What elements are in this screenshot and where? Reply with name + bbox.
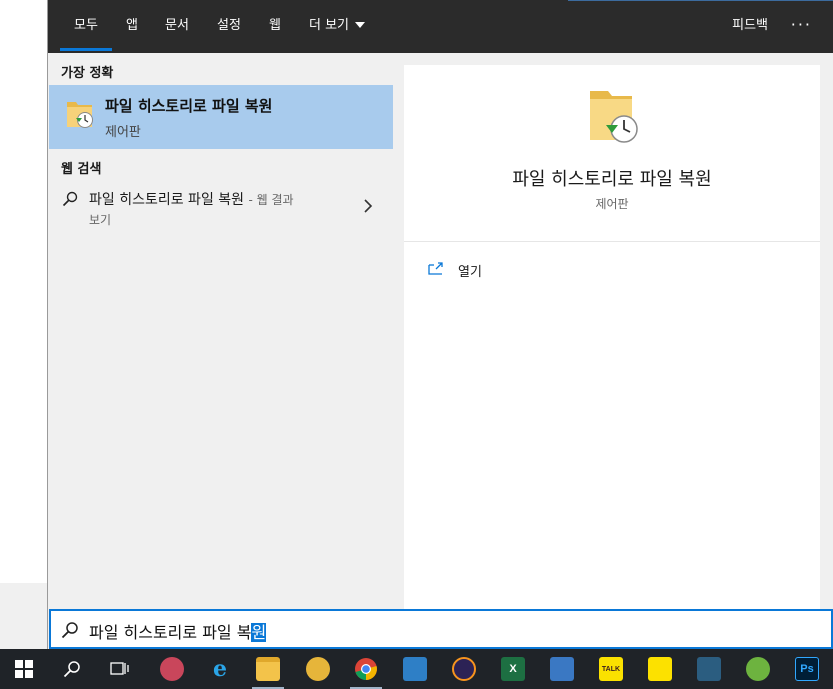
kakaotalk-icon: TALK [599,657,623,681]
paint-app-icon [160,657,184,681]
preview-pane: 파일 히스토리로 파일 복원 제어판 열기 [404,65,820,609]
search-query-selected: 원 [251,623,267,642]
chrome-icon [355,658,377,680]
desktop-background-lower [0,583,48,649]
web-result-query: 파일 히스토리로 파일 복원 [89,192,245,208]
taskbar-search-button[interactable] [48,649,96,689]
taskbar-hwp[interactable] [391,649,439,689]
taskbar-file-explorer[interactable] [244,649,292,689]
best-match-result[interactable]: 파일 히스토리로 파일 복원 제어판 [49,85,393,149]
taskbar-everything[interactable] [294,649,342,689]
taskbar-chrome[interactable] [342,649,390,689]
folder-history-icon [590,91,638,143]
tab-settings[interactable]: 설정 [217,0,241,53]
tab-apps[interactable]: 앱 [126,0,138,53]
web-search-result[interactable]: 파일 히스토리로 파일 복원 - 웹 결과 보기 [49,183,393,235]
taskbar-sticky-notes[interactable] [636,649,684,689]
search-icon [63,661,80,678]
everything-search-icon [306,657,330,681]
search-icon [61,622,78,639]
best-match-heading: 가장 정확 [61,66,114,81]
remote-desktop-icon [550,657,574,681]
photoshop-icon: Ps [795,657,819,681]
search-panel: 모두 앱 문서 설정 웹 더 보기 피드백 ··· 가장 정확 파일 히스토리로… [47,0,833,649]
tab-web[interactable]: 웹 [269,0,281,53]
chevron-down-icon [355,21,366,28]
desktop-background [0,0,48,583]
best-match-title: 파일 히스토리로 파일 복원 [105,97,273,115]
tab-more-label: 더 보기 [309,18,350,33]
web-result-suffix-line2: 보기 [89,213,112,227]
taskbar-kakaotalk[interactable]: TALK [587,649,635,689]
taskbar-paint[interactable] [148,649,196,689]
task-view-button[interactable] [96,649,144,689]
open-icon [428,262,443,275]
search-icon [62,191,78,207]
web-search-heading: 웹 검색 [61,162,102,177]
taskbar-mysql-workbench[interactable] [685,649,733,689]
excel-icon: X [501,657,525,681]
taskbar-remote-desktop[interactable] [538,649,586,689]
search-input[interactable]: 파일 히스토리로 파일 복원 [49,609,833,649]
taskbar: e X TALK Ps [0,649,833,689]
task-view-icon [110,662,129,675]
start-icon [15,660,33,678]
spring-tool-icon [746,657,770,681]
search-query-unselected: 파일 히스토리로 파일 복 [89,623,252,642]
open-action-label: 열기 [458,265,482,280]
sticky-notes-icon [648,657,672,681]
search-query-text[interactable]: 파일 히스토리로 파일 복원 [89,619,267,643]
hwp-icon [403,657,427,681]
preview-title: 파일 히스토리로 파일 복원 [512,169,712,190]
taskbar-excel[interactable]: X [489,649,537,689]
feedback-button[interactable]: 피드백 [732,0,768,53]
taskbar-eclipse[interactable] [440,649,488,689]
tab-all[interactable]: 모두 [60,0,112,53]
taskbar-internet-explorer[interactable]: e [196,649,244,689]
tab-documents[interactable]: 문서 [165,0,189,53]
folder-history-icon [67,102,93,128]
eclipse-icon [452,657,476,681]
start-button[interactable] [0,649,48,689]
best-match-subtitle: 제어판 [105,125,141,140]
file-explorer-icon [256,657,280,681]
internet-explorer-icon: e [213,656,227,682]
search-scope-tabs: 모두 앱 문서 설정 웹 더 보기 피드백 ··· [48,0,833,53]
more-options-button[interactable]: ··· [791,0,812,53]
tab-more[interactable]: 더 보기 [309,0,366,53]
preview-subtitle: 제어판 [595,197,629,211]
taskbar-photoshop[interactable]: Ps [783,649,831,689]
mysql-workbench-icon [697,657,721,681]
web-result-text: 파일 히스토리로 파일 복원 - 웹 결과 [89,189,294,209]
chevron-right-icon[interactable] [363,199,373,213]
taskbar-spring-tool[interactable] [734,649,782,689]
web-result-suffix: - 웹 결과 [248,193,294,207]
preview-divider [404,241,820,242]
